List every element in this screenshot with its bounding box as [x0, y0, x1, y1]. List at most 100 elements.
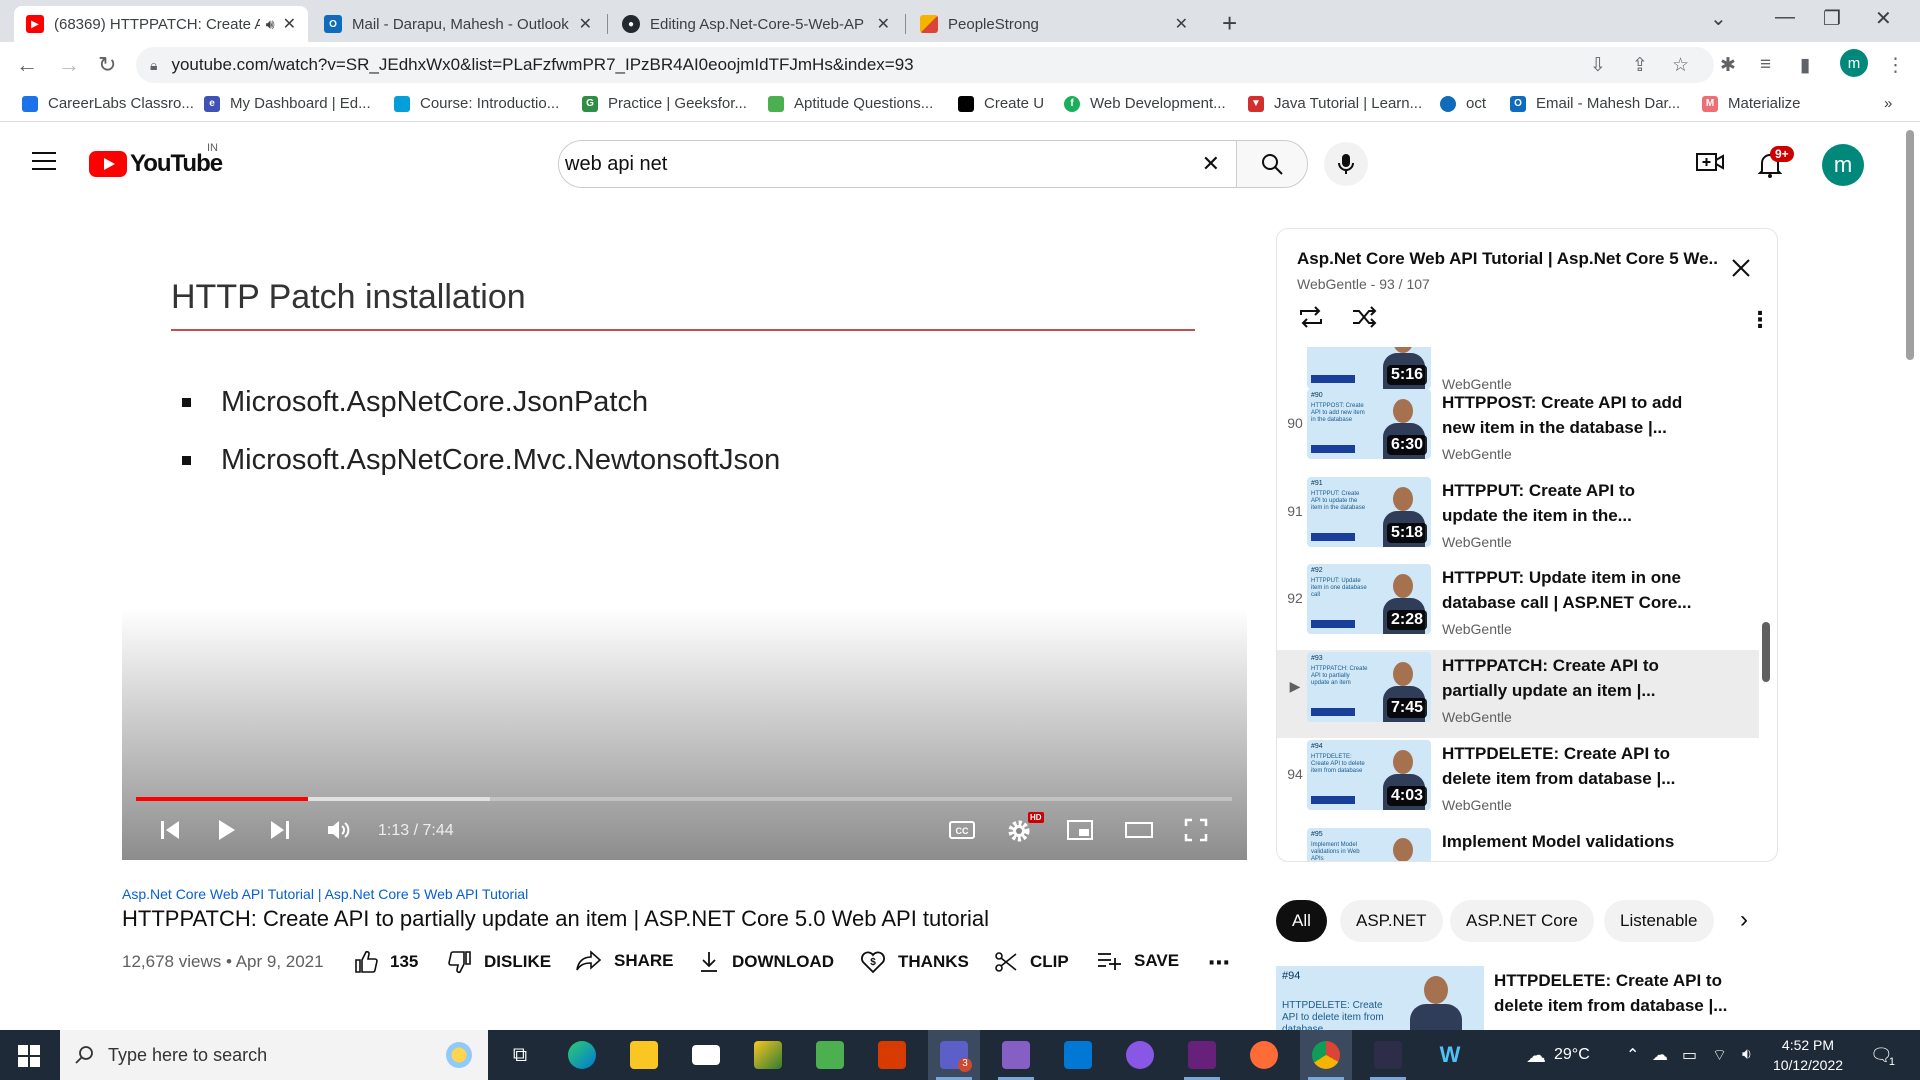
captions-icon[interactable]: CC — [948, 818, 976, 847]
bookmark-item[interactable]: Course: Introductio... — [394, 95, 559, 112]
loop-icon[interactable] — [1297, 305, 1325, 334]
bookmark-item[interactable]: Create U — [958, 95, 1044, 112]
visual-studio-2-icon[interactable] — [1176, 1030, 1228, 1080]
clear-search-icon[interactable]: ✕ — [1202, 151, 1220, 177]
extensions-icon[interactable]: ✱ — [1720, 54, 1736, 77]
side-panel-icon[interactable]: ▮ — [1800, 54, 1810, 77]
bookmark-item[interactable]: G Practice | Geeksfor... — [582, 95, 747, 112]
download-button[interactable]: DOWNLOAD — [698, 950, 834, 974]
task-view-icon[interactable]: ⧉ — [494, 1030, 546, 1080]
mail-app-icon[interactable] — [680, 1030, 732, 1080]
tray-chevron-icon[interactable]: ⌃ — [1626, 1030, 1639, 1080]
miniplayer-icon[interactable] — [1066, 818, 1094, 847]
playlist-item[interactable]: 92 #92 HTTPPUT: Update item in one databas… — [1277, 562, 1759, 650]
visual-studio-icon[interactable] — [990, 1030, 1042, 1080]
image-editor-icon[interactable] — [804, 1030, 856, 1080]
bookmark-item[interactable]: Aptitude Questions... — [768, 95, 933, 112]
video-player[interactable]: HTTP Patch installation Microsoft.AspNet… — [122, 228, 1247, 860]
share-button[interactable]: SHARE — [576, 950, 674, 972]
playlist-item-title[interactable]: HTTPDELETE: Create API to delete item fr… — [1442, 741, 1692, 791]
reload-button[interactable]: ↻ — [98, 52, 116, 78]
menu-icon[interactable] — [32, 152, 56, 176]
onedrive-icon[interactable]: ☁ — [1652, 1030, 1668, 1080]
close-playlist-icon[interactable] — [1730, 257, 1752, 284]
tab-outlook[interactable]: O Mail - Darapu, Mahesh - Outlook ✕ — [312, 6, 604, 42]
playlist-item-channel[interactable]: WebGentle — [1442, 446, 1512, 462]
bookmark-item[interactable]: e My Dashboard | Ed... — [204, 95, 371, 112]
close-window-button[interactable]: ✕ — [1875, 6, 1892, 31]
thanks-button[interactable]: $ THANKS — [860, 950, 969, 974]
previous-icon[interactable] — [158, 818, 182, 847]
more-bookmarks-icon[interactable]: » — [1884, 95, 1892, 112]
page-scrollbar[interactable] — [1906, 130, 1914, 360]
dislike-button[interactable]: DISLIKE — [448, 950, 551, 974]
fullscreen-icon[interactable] — [1184, 818, 1208, 847]
new-tab-button[interactable]: + — [1222, 8, 1237, 39]
chip-listenable[interactable]: Listenable — [1604, 900, 1714, 942]
recommended-title[interactable]: HTTPDELETE: Create API to delete item fr… — [1494, 968, 1744, 1018]
bookmark-star-icon[interactable]: ☆ — [1672, 54, 1689, 77]
search-button[interactable] — [1236, 140, 1308, 188]
next-icon[interactable] — [268, 818, 292, 847]
playlist-item-channel[interactable]: WebGentle — [1442, 621, 1512, 637]
tab-github[interactable]: ● Editing Asp.Net-Core-5-Web-AP ✕ — [610, 6, 902, 42]
install-app-icon[interactable]: ⇩ — [1590, 54, 1606, 77]
chips-next-icon[interactable]: › — [1740, 906, 1748, 934]
playlist-item-title[interactable]: HTTPPUT: Create API to update the item i… — [1442, 478, 1692, 528]
chrome-app-icon[interactable] — [1300, 1030, 1352, 1080]
playlist-thumbnail[interactable]: #90 HTTPPOST: Create API to add new item … — [1307, 389, 1431, 459]
search-box[interactable]: ✕ — [558, 140, 1237, 188]
playlist-item[interactable]: 94 #94 HTTPDELETE: Create API to delete it… — [1277, 738, 1759, 826]
close-tab-icon[interactable]: ✕ — [1175, 14, 1188, 34]
playlist-thumbnail[interactable]: #91 HTTPPUT: Create API to update the ite… — [1307, 477, 1431, 547]
playlist-item-title[interactable]: HTTPPOST: Create API to add new item in … — [1442, 390, 1692, 440]
playlist-item[interactable]: 91 #91 HTTPPUT: Create API to update the i… — [1277, 475, 1759, 563]
weather-widget[interactable]: ☁ 29°C — [1526, 1030, 1590, 1080]
playlist-title[interactable]: Asp.Net Core Web API Tutorial | Asp.Net … — [1297, 249, 1717, 269]
battery-icon[interactable]: ▭ — [1682, 1030, 1697, 1080]
like-button[interactable]: 135 — [354, 950, 418, 974]
lock-icon[interactable]: 🔒︎ — [150, 57, 157, 74]
back-button[interactable]: ← — [16, 52, 38, 78]
address-bar[interactable]: 🔒︎ youtube.com/watch?v=SR_JEdhxWx0&list=… — [136, 47, 1714, 83]
teams-app-icon[interactable]: 3 — [928, 1030, 980, 1080]
playlist-thumbnail[interactable]: 5:16 — [1307, 347, 1431, 389]
search-input[interactable] — [565, 152, 1165, 176]
recommended-thumbnail[interactable]: #94 HTTPDELETE: Create API to delete ite… — [1276, 966, 1484, 1032]
github-desktop-icon[interactable] — [1114, 1030, 1166, 1080]
playlist-scrollbar[interactable] — [1762, 622, 1770, 682]
terminal-app-icon[interactable] — [1362, 1030, 1414, 1080]
playlist-item-title[interactable]: Implement Model validations — [1442, 829, 1692, 854]
bookmark-item[interactable]: ▼ Java Tutorial | Learn... — [1248, 95, 1422, 112]
bookmark-item[interactable]: CareerLabs Classro... — [22, 95, 194, 112]
browser-menu-icon[interactable]: ⋮ — [1886, 54, 1905, 77]
play-icon[interactable] — [214, 818, 238, 847]
wifi-icon[interactable]: ⌔ — [1712, 1030, 1727, 1080]
tab-youtube[interactable]: ▶ (68369) HTTPPATCH: Create A 🔊︎ ✕ — [14, 6, 308, 42]
playlist-thumbnail[interactable]: #94 HTTPDELETE: Create API to delete item… — [1307, 740, 1431, 810]
voice-search-button[interactable] — [1324, 142, 1368, 186]
forward-button[interactable]: → — [58, 52, 80, 78]
vscode-icon[interactable] — [1052, 1030, 1104, 1080]
chip-aspnet[interactable]: ASP.NET — [1340, 900, 1443, 942]
maximize-button[interactable]: ❐ — [1823, 6, 1841, 31]
playlist-item-title[interactable]: HTTPPUT: Update item in one database cal… — [1442, 565, 1692, 615]
volume-icon[interactable] — [326, 818, 352, 847]
playlist-thumbnail[interactable]: #95 Implement Model validations in Web AP… — [1307, 828, 1431, 861]
taskbar-clock[interactable]: 4:52 PM 10/12/2022 — [1748, 1035, 1868, 1075]
url-text[interactable]: youtube.com/watch?v=SR_JEdhxWx0&list=PLa… — [171, 55, 913, 75]
audio-icon[interactable]: 🔊︎ — [266, 16, 275, 33]
playlist-link[interactable]: Asp.Net Core Web API Tutorial | Asp.Net … — [122, 886, 528, 902]
tab-search-chevron-icon[interactable]: ⌄ — [1710, 6, 1727, 31]
office-app-icon[interactable] — [866, 1030, 918, 1080]
taskbar-search[interactable]: Type here to search — [60, 1030, 488, 1080]
progress-played[interactable] — [136, 797, 309, 801]
chip-aspnet-core[interactable]: ASP.NET Core — [1450, 900, 1594, 942]
bookmark-item[interactable]: f Web Development... — [1064, 95, 1226, 112]
playlist-thumbnail[interactable]: #93 HTTPPATCH: Create API to partially up… — [1307, 652, 1431, 722]
bookmark-item[interactable]: O Email - Mahesh Dar... — [1510, 95, 1680, 112]
playlist-thumbnail[interactable]: #92 HTTPPUT: Update item in one database … — [1307, 564, 1431, 634]
playlist-item[interactable]: #95 Implement Model validations in Web AP… — [1277, 826, 1759, 861]
edge-app-icon[interactable] — [556, 1030, 608, 1080]
browser-profile-avatar[interactable]: m — [1840, 49, 1868, 77]
